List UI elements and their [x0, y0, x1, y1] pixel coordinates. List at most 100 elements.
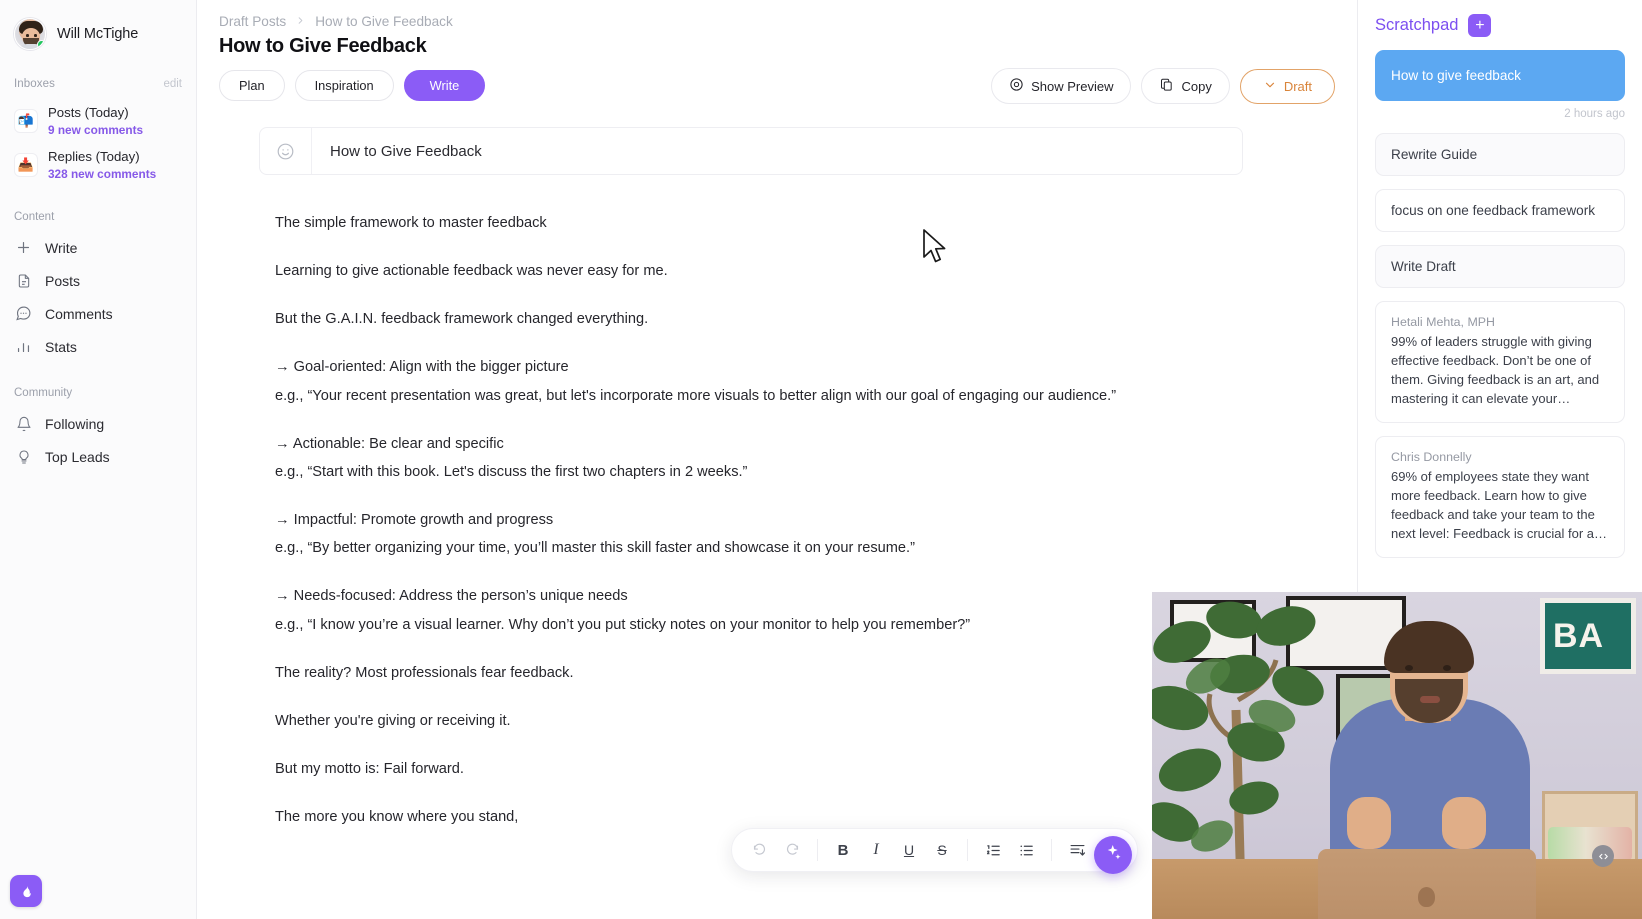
- community-section-label: Community: [14, 387, 73, 400]
- italic-icon[interactable]: I: [861, 835, 891, 865]
- avatar: [14, 18, 46, 50]
- document-icon: [14, 271, 33, 290]
- scratchpad-card-label: How to give feedback: [1391, 68, 1521, 83]
- quote-excerpt: 69% of employees state they want more fe…: [1391, 468, 1608, 541]
- person-hand: [1347, 797, 1391, 849]
- mailbox-tray-icon: 📥: [14, 153, 38, 178]
- scratchpad-title: Scratchpad: [1375, 16, 1459, 34]
- breadcrumb: Draft Posts How to Give Feedback: [197, 0, 1357, 29]
- wall-poster: BA: [1540, 598, 1636, 674]
- sidebar-item-write[interactable]: Write: [0, 231, 196, 264]
- sidebar-item-label: Posts: [45, 272, 81, 289]
- bold-icon[interactable]: B: [828, 835, 858, 865]
- toolbar-divider: [817, 839, 818, 861]
- chevron-right-icon: [295, 14, 306, 29]
- scratchpad-card-quote[interactable]: Hetali Mehta, MPH 99% of leaders struggl…: [1375, 301, 1625, 423]
- person-mouth: [1420, 696, 1440, 703]
- ordered-list-icon[interactable]: [978, 835, 1008, 865]
- sidebar-inbox-posts[interactable]: 📬 Posts (Today) 9 new comments: [0, 99, 196, 143]
- paragraph: → Goal-oriented: Align with the bigger p…: [275, 359, 569, 376]
- add-note-button[interactable]: +: [1468, 14, 1492, 37]
- scratchpad-card-quote[interactable]: Chris Donnelly 69% of employees state th…: [1375, 435, 1625, 558]
- smiley-face-icon[interactable]: [260, 128, 312, 174]
- laptop-logo-icon: [1418, 887, 1435, 907]
- scratchpad-card-label: Rewrite Guide: [1391, 147, 1478, 162]
- quote-author: Chris Donnelly: [1391, 449, 1472, 464]
- sidebar-item-comments[interactable]: Comments: [0, 297, 196, 330]
- bullet-list-icon[interactable]: [1011, 835, 1041, 865]
- shelf-items: [1548, 827, 1632, 861]
- scratchpad-header: Scratchpad +: [1375, 14, 1625, 37]
- flame-logo-icon[interactable]: [10, 875, 42, 907]
- draft-label: Draft: [1283, 78, 1312, 94]
- inbox-label: Posts (Today): [48, 105, 129, 120]
- bar-chart-icon: [14, 337, 33, 356]
- bell-icon: [14, 414, 33, 433]
- undo-icon[interactable]: [744, 835, 774, 865]
- scratchpad-card-label: Write Draft: [1391, 259, 1456, 274]
- sidebar-inbox-replies[interactable]: 📥 Replies (Today) 328 new comments: [0, 143, 196, 187]
- copy-icon: [1159, 77, 1174, 95]
- inboxes-label: Inboxes: [14, 78, 55, 90]
- tab-bar: Plan Inspiration Write Show Preview Copy: [197, 58, 1357, 104]
- sidebar-item-label: Comments: [45, 305, 113, 322]
- scratchpad-card-active[interactable]: How to give feedback: [1375, 50, 1625, 101]
- plus-icon: [14, 238, 33, 257]
- show-preview-button[interactable]: Show Preview: [991, 68, 1132, 104]
- webcam-video-overlay[interactable]: BA: [1152, 592, 1642, 919]
- online-status-dot: [37, 40, 45, 49]
- indent-decrease-icon[interactable]: [1062, 835, 1092, 865]
- sidebar-item-posts[interactable]: Posts: [0, 264, 196, 297]
- eye-icon: [1009, 77, 1024, 95]
- inbox-label: Replies (Today): [48, 149, 140, 165]
- video-watermark-icon: [1592, 845, 1614, 867]
- paragraph: → Actionable: Be clear and specific: [275, 435, 504, 452]
- sparkle-icon: [1104, 843, 1123, 867]
- scratchpad-card-label: focus on one feedback framework: [1391, 203, 1596, 218]
- sidebar-item-following[interactable]: Following: [0, 407, 196, 440]
- document-title-field[interactable]: How to Give Feedback: [259, 127, 1243, 175]
- sidebar-item-label: Stats: [45, 338, 77, 355]
- inbox-count: 328 new comments: [48, 166, 157, 181]
- scratchpad-card-write-draft[interactable]: Write Draft: [1375, 245, 1625, 288]
- underline-icon[interactable]: U: [894, 835, 924, 865]
- scratchpad-timestamp: 2 hours ago: [1564, 108, 1625, 120]
- draft-status-button[interactable]: Draft: [1239, 68, 1335, 104]
- person-eye: [1443, 665, 1451, 671]
- breadcrumb-parent[interactable]: Draft Posts: [219, 14, 286, 29]
- scratchpad-card-note[interactable]: focus on one feedback framework: [1375, 189, 1625, 232]
- ai-assist-button[interactable]: [1094, 836, 1132, 874]
- action-buttons: Show Preview Copy Draft: [991, 68, 1335, 104]
- show-preview-label: Show Preview: [1031, 78, 1114, 94]
- quote-author: Hetali Mehta, MPH: [1391, 315, 1495, 329]
- sidebar-item-top-leads[interactable]: Top Leads: [0, 440, 196, 473]
- sidebar-item-stats[interactable]: Stats: [0, 330, 196, 363]
- tab-write[interactable]: Write: [403, 70, 486, 101]
- mailbox-icon: 📬: [14, 109, 38, 134]
- paragraph: e.g., “Start with this book. Let's discu…: [275, 463, 748, 480]
- document-title-text: How to Give Feedback: [330, 142, 482, 160]
- paragraph: e.g., “By better organizing your time, y…: [275, 540, 915, 557]
- inboxes-edit-button[interactable]: edit: [163, 78, 182, 90]
- chevron-down-icon: [1263, 78, 1277, 95]
- comment-icon: [14, 304, 33, 323]
- app-root: Will McTighe Inboxes edit 📬 Posts (Today…: [0, 0, 1642, 919]
- copy-button[interactable]: Copy: [1141, 68, 1230, 104]
- profile-row[interactable]: Will McTighe: [0, 0, 196, 50]
- redo-icon[interactable]: [777, 835, 807, 865]
- scratchpad-card-rewrite-guide[interactable]: Rewrite Guide: [1375, 133, 1625, 176]
- page-title: How to Give Feedback: [219, 35, 427, 57]
- paragraph: The simple framework to master feedback: [275, 215, 547, 231]
- sidebar-item-label: Following: [45, 415, 105, 432]
- quote-excerpt: 99% of leaders struggle with giving effe…: [1391, 334, 1600, 406]
- sidebar-item-label: Write: [45, 239, 78, 256]
- paragraph: But the G.A.I.N. feedback framework chan…: [275, 311, 649, 328]
- tab-plan[interactable]: Plan: [219, 70, 285, 101]
- strikethrough-icon[interactable]: S: [927, 835, 957, 865]
- tab-inspiration[interactable]: Inspiration: [294, 70, 394, 101]
- person-hand: [1442, 797, 1486, 849]
- content-section-label: Content: [14, 211, 55, 224]
- poster-text: BA: [1553, 616, 1605, 655]
- lightbulb-icon: [14, 447, 33, 466]
- inboxes-section-header: Inboxes edit: [0, 78, 196, 90]
